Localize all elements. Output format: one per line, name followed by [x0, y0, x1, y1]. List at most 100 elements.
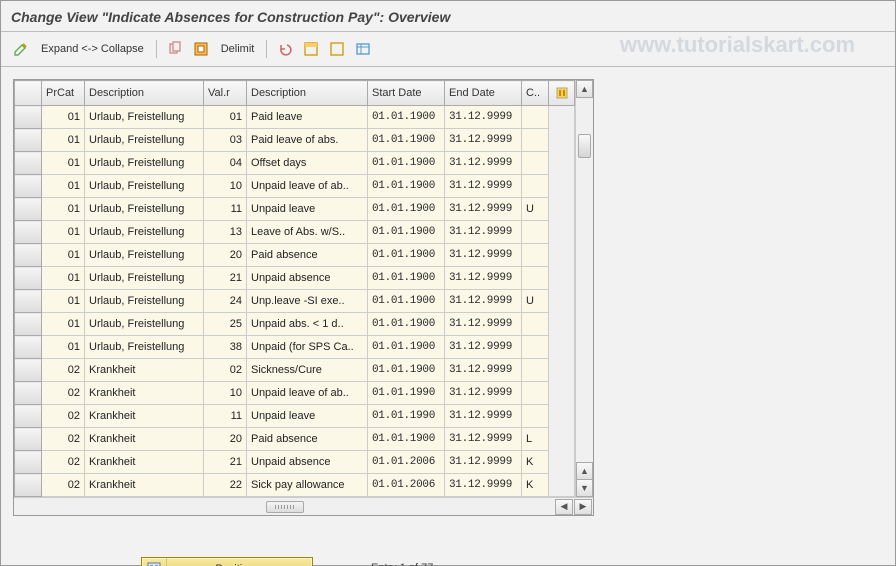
- row-selector[interactable]: [15, 198, 42, 221]
- cell-end-date[interactable]: 31.12.9999: [445, 313, 522, 336]
- cell-prcat[interactable]: 01: [42, 244, 85, 267]
- cell-desc1[interactable]: Urlaub, Freistellung: [85, 129, 204, 152]
- col-prcat[interactable]: PrCat: [42, 81, 85, 106]
- cell-prcat[interactable]: 02: [42, 451, 85, 474]
- table-row[interactable]: 02Krankheit21Unpaid absence01.01.200631.…: [15, 451, 575, 474]
- table-row[interactable]: 01Urlaub, Freistellung03Paid leave of ab…: [15, 129, 575, 152]
- cell-valr[interactable]: 01: [204, 106, 247, 129]
- cell-desc2[interactable]: Unpaid leave of ab..: [247, 175, 368, 198]
- cell-start-date[interactable]: 01.01.1900: [368, 336, 445, 359]
- vertical-scrollbar[interactable]: ▲ ▲ ▼: [575, 80, 593, 497]
- cell-prcat[interactable]: 01: [42, 336, 85, 359]
- table-settings-icon[interactable]: [353, 39, 373, 59]
- cell-desc1[interactable]: Urlaub, Freistellung: [85, 290, 204, 313]
- cell-cflag[interactable]: U: [522, 198, 549, 221]
- cell-end-date[interactable]: 31.12.9999: [445, 198, 522, 221]
- cell-cflag[interactable]: [522, 175, 549, 198]
- cell-valr[interactable]: 21: [204, 451, 247, 474]
- select-all-icon[interactable]: [191, 39, 211, 59]
- cell-desc2[interactable]: Paid absence: [247, 244, 368, 267]
- cell-cflag[interactable]: [522, 405, 549, 428]
- row-selector[interactable]: [15, 244, 42, 267]
- cell-start-date[interactable]: 01.01.1900: [368, 152, 445, 175]
- cell-desc1[interactable]: Urlaub, Freistellung: [85, 175, 204, 198]
- cell-end-date[interactable]: 31.12.9999: [445, 244, 522, 267]
- cell-start-date[interactable]: 01.01.1900: [368, 129, 445, 152]
- scroll-down-icon[interactable]: ▼: [576, 479, 593, 497]
- hscroll-left-icon[interactable]: ◀: [555, 499, 573, 515]
- cell-desc2[interactable]: Paid leave of abs.: [247, 129, 368, 152]
- table-row[interactable]: 01Urlaub, Freistellung04Offset days01.01…: [15, 152, 575, 175]
- position-button[interactable]: Position...: [141, 557, 313, 566]
- data-table[interactable]: PrCat Description Val.r Description Star…: [14, 80, 575, 497]
- cell-valr[interactable]: 21: [204, 267, 247, 290]
- row-selector[interactable]: [15, 405, 42, 428]
- row-selector[interactable]: [15, 336, 42, 359]
- cell-desc2[interactable]: Sick pay allowance: [247, 474, 368, 497]
- col-valr[interactable]: Val.r: [204, 81, 247, 106]
- cell-desc2[interactable]: Unpaid leave: [247, 405, 368, 428]
- hscroll-right-icon[interactable]: ▶: [574, 499, 592, 515]
- table-row[interactable]: 01Urlaub, Freistellung25Unpaid abs. < 1 …: [15, 313, 575, 336]
- cell-desc1[interactable]: Urlaub, Freistellung: [85, 244, 204, 267]
- cell-prcat[interactable]: 01: [42, 267, 85, 290]
- table-row[interactable]: 02Krankheit02Sickness/Cure01.01.190031.1…: [15, 359, 575, 382]
- cell-desc1[interactable]: Krankheit: [85, 405, 204, 428]
- cell-desc1[interactable]: Urlaub, Freistellung: [85, 336, 204, 359]
- col-cflag[interactable]: C..: [522, 81, 549, 106]
- scroll-small-up-icon[interactable]: ▲: [576, 462, 593, 480]
- col-desc2[interactable]: Description: [247, 81, 368, 106]
- cell-prcat[interactable]: 01: [42, 313, 85, 336]
- cell-desc1[interactable]: Krankheit: [85, 382, 204, 405]
- cell-desc1[interactable]: Krankheit: [85, 428, 204, 451]
- row-selector[interactable]: [15, 221, 42, 244]
- cell-desc1[interactable]: Krankheit: [85, 474, 204, 497]
- cell-cflag[interactable]: [522, 106, 549, 129]
- cell-end-date[interactable]: 31.12.9999: [445, 129, 522, 152]
- hscroll-grip[interactable]: [266, 501, 304, 513]
- undo-icon[interactable]: [275, 39, 295, 59]
- cell-desc1[interactable]: Urlaub, Freistellung: [85, 106, 204, 129]
- cell-start-date[interactable]: 01.01.2006: [368, 451, 445, 474]
- cell-cflag[interactable]: [522, 221, 549, 244]
- cell-cflag[interactable]: [522, 313, 549, 336]
- table-row[interactable]: 02Krankheit20Paid absence01.01.190031.12…: [15, 428, 575, 451]
- cell-desc2[interactable]: Unp.leave -SI exe..: [247, 290, 368, 313]
- cell-desc1[interactable]: Urlaub, Freistellung: [85, 152, 204, 175]
- row-selector[interactable]: [15, 382, 42, 405]
- cell-cflag[interactable]: U: [522, 290, 549, 313]
- change-entry-icon[interactable]: [11, 39, 31, 59]
- row-selector[interactable]: [15, 474, 42, 497]
- table-row[interactable]: 01Urlaub, Freistellung21Unpaid absence01…: [15, 267, 575, 290]
- cell-valr[interactable]: 11: [204, 198, 247, 221]
- cell-valr[interactable]: 13: [204, 221, 247, 244]
- cell-desc1[interactable]: Urlaub, Freistellung: [85, 221, 204, 244]
- cell-prcat[interactable]: 02: [42, 428, 85, 451]
- row-selector[interactable]: [15, 175, 42, 198]
- cell-cflag[interactable]: K: [522, 474, 549, 497]
- cell-end-date[interactable]: 31.12.9999: [445, 405, 522, 428]
- deselect-icon[interactable]: [327, 39, 347, 59]
- cell-cflag[interactable]: K: [522, 451, 549, 474]
- cell-start-date[interactable]: 01.01.1990: [368, 405, 445, 428]
- table-row[interactable]: 02Krankheit11Unpaid leave01.01.199031.12…: [15, 405, 575, 428]
- table-row[interactable]: 01Urlaub, Freistellung38Unpaid (for SPS …: [15, 336, 575, 359]
- table-row[interactable]: 01Urlaub, Freistellung10Unpaid leave of …: [15, 175, 575, 198]
- table-row[interactable]: 02Krankheit10Unpaid leave of ab..01.01.1…: [15, 382, 575, 405]
- cell-start-date[interactable]: 01.01.1900: [368, 244, 445, 267]
- cell-desc1[interactable]: Urlaub, Freistellung: [85, 198, 204, 221]
- cell-desc2[interactable]: Unpaid abs. < 1 d..: [247, 313, 368, 336]
- cell-desc1[interactable]: Urlaub, Freistellung: [85, 313, 204, 336]
- col-start-date[interactable]: Start Date: [368, 81, 445, 106]
- expand-collapse-button[interactable]: Expand <-> Collapse: [37, 41, 148, 57]
- cell-end-date[interactable]: 31.12.9999: [445, 382, 522, 405]
- cell-end-date[interactable]: 31.12.9999: [445, 474, 522, 497]
- select-block-icon[interactable]: [301, 39, 321, 59]
- cell-start-date[interactable]: 01.01.1900: [368, 313, 445, 336]
- cell-start-date[interactable]: 01.01.1900: [368, 290, 445, 313]
- cell-valr[interactable]: 10: [204, 382, 247, 405]
- cell-cflag[interactable]: [522, 336, 549, 359]
- cell-end-date[interactable]: 31.12.9999: [445, 152, 522, 175]
- table-row[interactable]: 01Urlaub, Freistellung13Leave of Abs. w/…: [15, 221, 575, 244]
- cell-end-date[interactable]: 31.12.9999: [445, 267, 522, 290]
